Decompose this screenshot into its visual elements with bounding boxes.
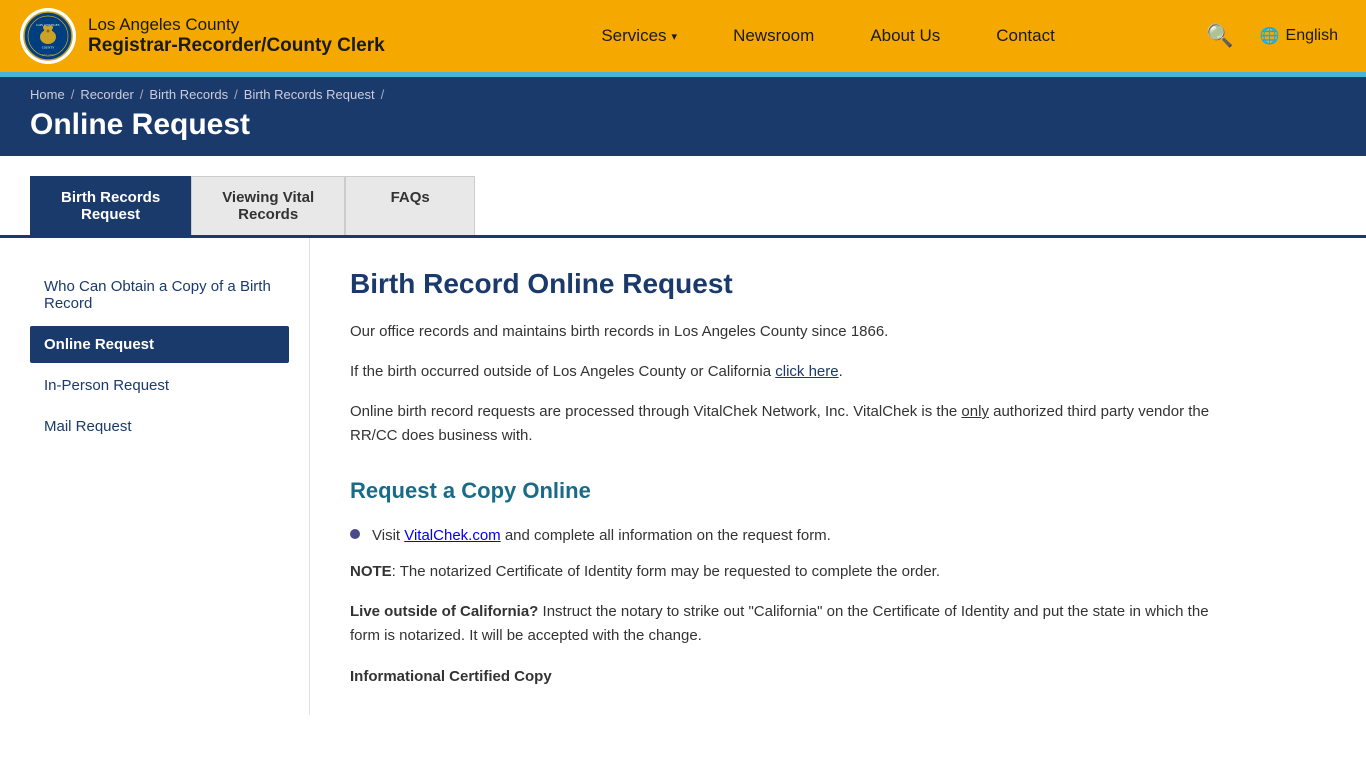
vitalchek-link[interactable]: VitalChek.com (404, 527, 500, 544)
breadcrumb-bar: Home / Recorder / Birth Records / Birth … (0, 77, 1366, 156)
main-nav: Services ▾ Newsroom About Us Contact (460, 0, 1196, 72)
site-header: LOS ANGELES COUNTY EST. 1850 Los Angeles… (0, 0, 1366, 72)
tab-viewing-vital-records[interactable]: Viewing VitalRecords (191, 176, 345, 235)
sidebar-item-online-request[interactable]: Online Request (30, 326, 289, 363)
content-heading: Birth Record Online Request (350, 268, 1240, 300)
click-here-link[interactable]: click here (775, 363, 838, 380)
bullet-dot (350, 529, 360, 539)
header-actions: 🔍 🌐 English (1196, 13, 1346, 59)
search-icon: 🔍 (1206, 23, 1233, 48)
only-underline: only (961, 403, 989, 420)
sidebar-item-mail-request[interactable]: Mail Request (30, 408, 289, 445)
tab-birth-records-request[interactable]: Birth RecordsRequest (30, 176, 191, 235)
note-text: NOTE: The notarized Certificate of Ident… (350, 560, 1240, 584)
svg-text:EST. 1850: EST. 1850 (42, 54, 54, 57)
breadcrumb-birth-records[interactable]: Birth Records (149, 87, 228, 102)
org-seal: LOS ANGELES COUNTY EST. 1850 (20, 8, 76, 64)
nav-about[interactable]: About Us (842, 0, 968, 72)
sidebar-item-who-can-obtain[interactable]: Who Can Obtain a Copy of a Birth Record (30, 268, 289, 322)
live-outside-text: Live outside of California? Instruct the… (350, 600, 1240, 648)
content-para2: If the birth occurred outside of Los Ang… (350, 360, 1240, 384)
breadcrumb-sep-3: / (234, 87, 238, 102)
breadcrumb-sep-2: / (140, 87, 144, 102)
language-button[interactable]: 🌐 English (1252, 16, 1346, 56)
org-title: Los Angeles County Registrar-Recorder/Co… (88, 15, 385, 57)
globe-icon: 🌐 (1260, 26, 1280, 46)
logo-link[interactable]: LOS ANGELES COUNTY EST. 1850 Los Angeles… (20, 8, 460, 64)
search-button[interactable]: 🔍 (1196, 13, 1243, 59)
sidebar-item-in-person-request[interactable]: In-Person Request (30, 367, 289, 404)
content-para1: Our office records and maintains birth r… (350, 320, 1240, 344)
breadcrumb-recorder[interactable]: Recorder (80, 87, 133, 102)
content-para3: Online birth record requests are process… (350, 400, 1240, 448)
chevron-down-icon: ▾ (672, 30, 678, 43)
breadcrumb: Home / Recorder / Birth Records / Birth … (30, 87, 1336, 102)
breadcrumb-birth-records-request[interactable]: Birth Records Request (244, 87, 375, 102)
page-title: Online Request (30, 108, 1336, 142)
main-content: Who Can Obtain a Copy of a Birth Record … (0, 238, 1300, 715)
breadcrumb-sep-1: / (71, 87, 75, 102)
nav-contact[interactable]: Contact (968, 0, 1083, 72)
bullet-item-vitalchek: Visit VitalChek.com and complete all inf… (350, 524, 1240, 548)
breadcrumb-sep-4: / (381, 87, 385, 102)
tab-faqs[interactable]: FAQs (345, 176, 475, 235)
section-heading-copy-online: Request a Copy Online (350, 478, 1240, 504)
sidebar: Who Can Obtain a Copy of a Birth Record … (30, 238, 310, 715)
subheading-informational-certified: Informational Certified Copy (350, 668, 1240, 685)
content-area: Birth Record Online Request Our office r… (310, 238, 1270, 715)
breadcrumb-home[interactable]: Home (30, 87, 65, 102)
nav-services[interactable]: Services ▾ (573, 0, 705, 72)
tabs-row: Birth RecordsRequest Viewing VitalRecord… (0, 156, 1366, 238)
nav-newsroom[interactable]: Newsroom (705, 0, 842, 72)
svg-text:COUNTY: COUNTY (42, 46, 55, 50)
